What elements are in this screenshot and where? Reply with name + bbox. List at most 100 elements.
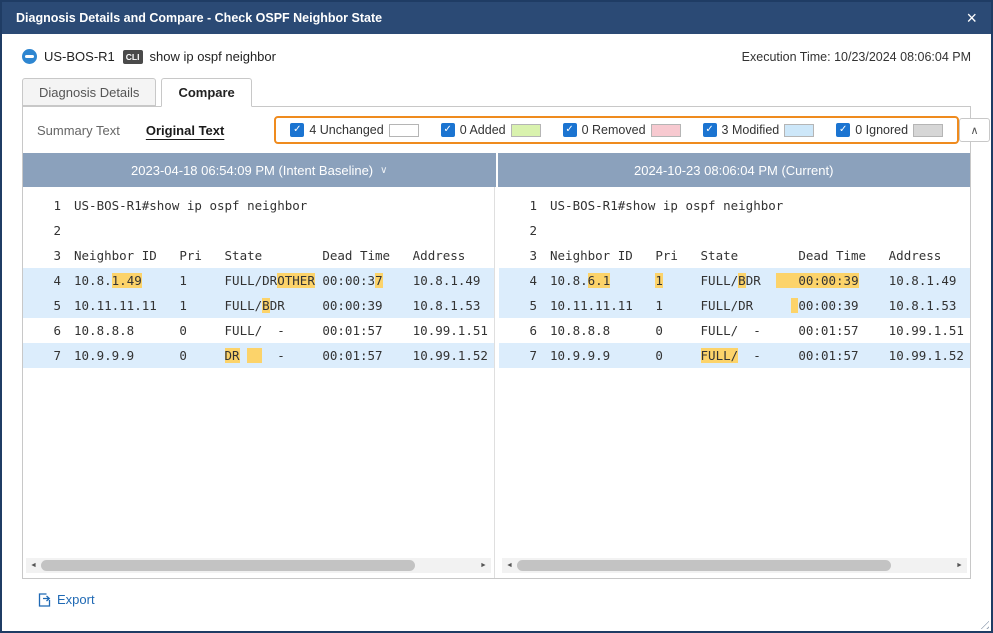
scrollbar-track[interactable] [517,558,952,573]
baseline-header[interactable]: 2023-04-18 06:54:09 PM (Intent Baseline)… [23,153,498,187]
current-pane: 1 US-BOS-R1#show ip ospf neighbor 23 Neighb… [495,187,970,578]
diff-line: 6 10.8.8.8 0 FULL/ - 00:01:57 10.99.1.51 [23,318,494,343]
line-text: 10.9.9.9 0 DR - 00:01:57 10.99.1.52 [74,343,488,368]
legend-item-modified: ✓ 3 Modified [703,123,815,137]
diff-nav-buttons: ∧ ∨ [959,118,993,142]
export-icon [38,593,51,607]
command-text: show ip ospf neighbor [150,49,276,64]
compare-toolbar: Summary Text Original Text ✓ 4 Unchanged… [23,107,970,153]
close-icon[interactable]: × [966,9,977,27]
legend-swatch [784,124,814,137]
dialog-titlebar: Diagnosis Details and Compare - Check OS… [2,2,991,34]
line-number: 6 [23,318,61,343]
line-text: 10.9.9.9 0 FULL/ - 00:01:57 10.99.1.52 [550,343,964,368]
line-number: 3 [499,243,537,268]
line-text: 10.11.11.11 1 FULL/DR 00:00:39 10.8.1.53 [550,293,956,318]
line-text: Neighbor ID Pri State Dead Time Address [550,243,941,268]
diff-highlight: 00:00:39 [776,273,859,288]
legend-label: 4 Unchanged [309,123,383,137]
line-number: 3 [23,243,61,268]
legend-item-ignored: ✓ 0 Ignored [836,123,943,137]
subtab-original-text[interactable]: Original Text [146,123,225,138]
diff-highlight: 7 [375,273,383,288]
legend-swatch [651,124,681,137]
diff-highlight: DR [225,348,240,363]
execution-time: Execution Time: 10/23/2024 08:06:04 PM [742,50,971,64]
legend-swatch [389,124,419,137]
line-number: 2 [23,218,61,243]
legend-label: 0 Ignored [855,123,908,137]
execution-time-value: 10/23/2024 08:06:04 PM [834,50,971,64]
ignored-checkbox[interactable]: ✓ [836,123,850,137]
line-text: 10.8.6.1 1 FULL/BDR 00:00:39 10.8.1.49 [550,268,956,293]
previous-diff-button[interactable]: ∧ [959,118,990,142]
legend-item-unchanged: ✓ 4 Unchanged [290,123,418,137]
diff-line: 1 US-BOS-R1#show ip ospf neighbor [499,193,970,218]
line-number: 1 [499,193,537,218]
line-number: 2 [499,218,537,243]
diff-highlight: B [738,273,746,288]
legend-label: 0 Removed [582,123,646,137]
diff-line: 3 Neighbor ID Pri State Dead Time Address [23,243,494,268]
tab-diagnosis-details[interactable]: Diagnosis Details [22,78,156,106]
diff-line: 2 [23,218,494,243]
line-number: 4 [499,268,537,293]
line-number: 1 [23,193,61,218]
scroll-left-icon[interactable]: ◄ [26,558,41,573]
chevron-down-icon[interactable]: ∨ [380,165,387,176]
export-label: Export [57,592,95,607]
added-checkbox[interactable]: ✓ [441,123,455,137]
diff-highlight: 1 [655,273,663,288]
diff-legend: ✓ 4 Unchanged ✓ 0 Added ✓ 0 Removed [274,116,959,144]
device-icon [22,49,37,64]
current-header: 2024-10-23 08:06:04 PM (Current) [498,153,971,187]
line-text: 10.11.11.11 1 FULL/BDR 00:00:39 10.8.1.5… [74,293,480,318]
diff-line: 410.8.1.49 1 FULL/DROTHER 00:00:37 10.8.… [23,268,494,293]
legend-label: 3 Modified [722,123,780,137]
legend-swatch [511,124,541,137]
legend-item-added: ✓ 0 Added [441,123,541,137]
line-text: US-BOS-R1#show ip ospf neighbor [74,193,307,218]
diff-line: 2 [499,218,970,243]
line-text: 10.8.8.8 0 FULL/ - 00:01:57 10.99.1.51 [74,318,488,343]
subtab-summary-text[interactable]: Summary Text [37,123,120,138]
diff-highlight: 6.1 [588,273,611,288]
line-number: 6 [499,318,537,343]
line-text: Neighbor ID Pri State Dead Time Address [74,243,465,268]
baseline-header-label: 2023-04-18 06:54:09 PM (Intent Baseline) [131,163,373,178]
legend-item-removed: ✓ 0 Removed [563,123,681,137]
scrollbar-thumb[interactable] [517,560,891,571]
scroll-right-icon[interactable]: ► [476,558,491,573]
diff-area: 1US-BOS-R1#show ip ospf neighbor23Neighb… [23,187,970,578]
legend-swatch [913,124,943,137]
diff-highlight: FULL/ [701,348,739,363]
tab-compare[interactable]: Compare [161,78,251,107]
removed-checkbox[interactable]: ✓ [563,123,577,137]
modified-checkbox[interactable]: ✓ [703,123,717,137]
line-number: 5 [499,293,537,318]
diagnosis-compare-dialog: Diagnosis Details and Compare - Check OS… [0,0,993,633]
diff-headers: 2023-04-18 06:54:09 PM (Intent Baseline)… [23,153,970,187]
compare-panel: Summary Text Original Text ✓ 4 Unchanged… [22,106,971,579]
diff-line: 710.9.9.9 0 DR - 00:01:57 10.99.1.52 [23,343,494,368]
baseline-pane: 1 US-BOS-R1#show ip ospf neighbor 23 Neighb… [23,187,495,578]
device-name: US-BOS-R1 [44,49,115,64]
diff-highlight: 1.49 [112,273,142,288]
line-text: US-BOS-R1#show ip ospf neighbor [550,193,783,218]
tab-bar: Diagnosis Details Compare [22,78,971,106]
export-button[interactable]: Export [38,592,95,607]
device-row: US-BOS-R1 CLI show ip ospf neighbor Exec… [22,49,971,64]
chevron-up-icon: ∧ [971,124,979,137]
diff-line: 1 US-BOS-R1#show ip ospf neighbor [23,193,494,218]
scroll-left-icon[interactable]: ◄ [502,558,517,573]
scrollbar-thumb[interactable] [41,560,415,571]
unchanged-checkbox[interactable]: ✓ [290,123,304,137]
legend-label: 0 Added [460,123,506,137]
line-text: 10.8.1.49 1 FULL/DROTHER 00:00:37 10.8.1… [74,268,480,293]
scrollbar-track[interactable] [41,558,476,573]
scroll-right-icon[interactable]: ► [952,558,967,573]
baseline-hscrollbar: ◄ ► [26,558,491,573]
dialog-footer: Export [22,579,971,631]
line-number: 7 [499,343,537,368]
diff-line: 4 10.8.6.1 1 FULL/BDR 00:00:39 10.8.1.49 [499,268,970,293]
